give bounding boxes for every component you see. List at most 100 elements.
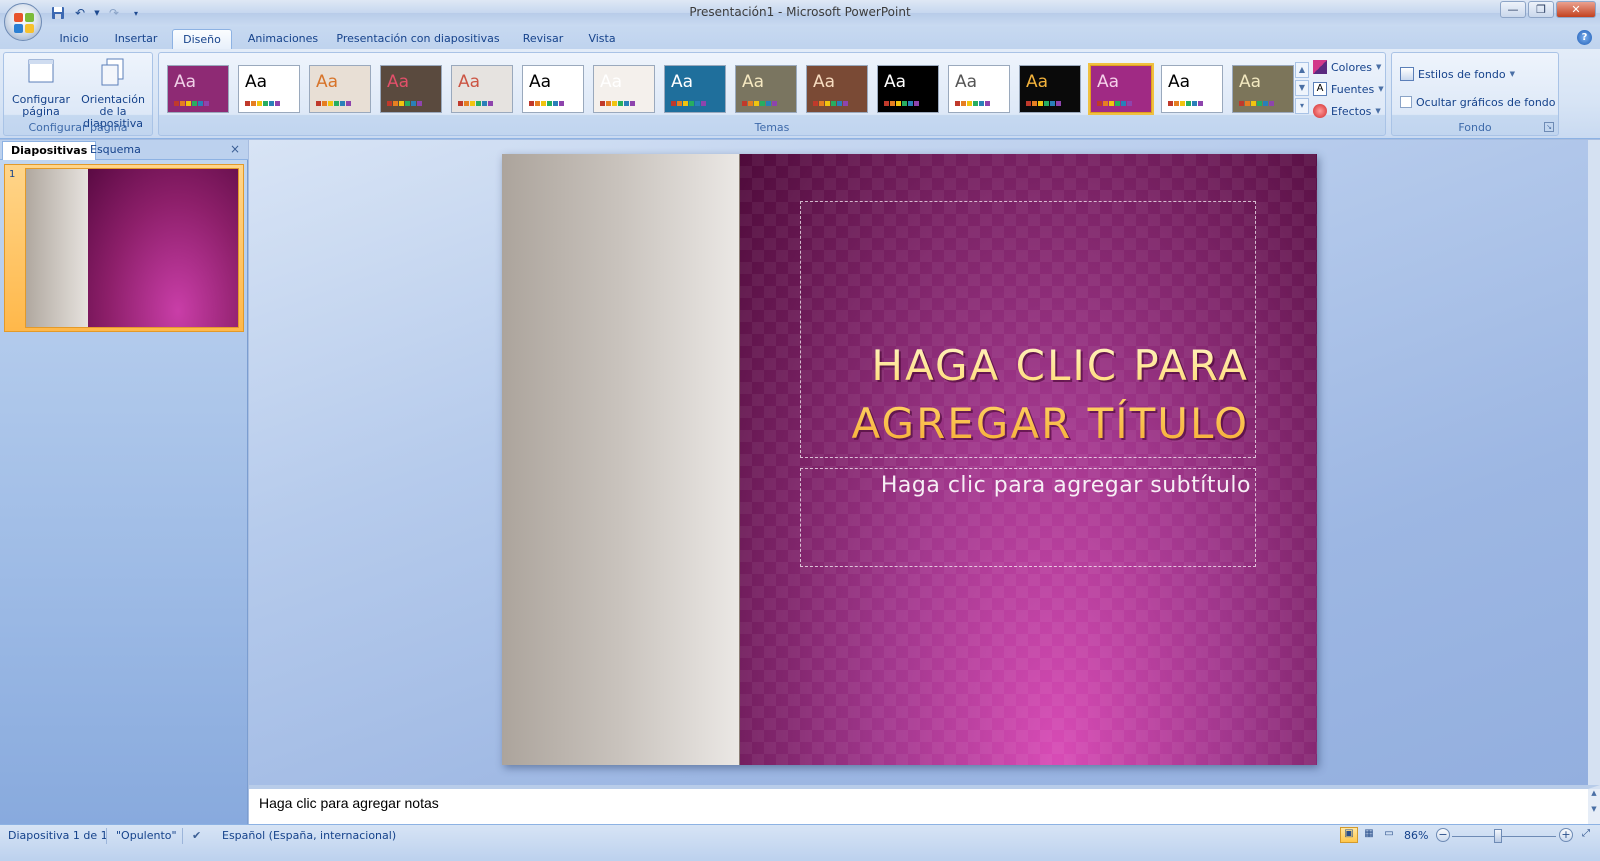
checkbox-icon[interactable] xyxy=(1400,96,1412,108)
subtitle-placeholder[interactable]: Haga clic para agregar subtítulo xyxy=(800,468,1256,567)
fit-to-window-icon[interactable]: ⤢ xyxy=(1578,827,1594,843)
slide-body: HAGA CLIC PARA AGREGAR TÍTULO HAGA CLIC … xyxy=(740,154,1317,765)
office-button[interactable] xyxy=(4,3,42,41)
theme-sample-text: Aa xyxy=(671,72,694,92)
fuentes-label: Fuentes xyxy=(1331,82,1375,96)
window-title: Presentación1 - Microsoft PowerPoint xyxy=(689,5,911,19)
close-icon[interactable]: × xyxy=(230,142,240,156)
theme-sample-text: Aa xyxy=(316,72,339,92)
theme-color-swatches xyxy=(1097,101,1132,106)
theme-sample-text: Aa xyxy=(174,72,197,92)
slide-canvas[interactable]: HAGA CLIC PARA AGREGAR TÍTULO HAGA CLIC … xyxy=(502,154,1317,765)
theme-color-swatches xyxy=(955,101,990,106)
zoom-slider-thumb[interactable] xyxy=(1494,829,1502,843)
slide-orientation-icon xyxy=(101,58,124,86)
language[interactable]: Español (España, internacional) xyxy=(222,829,396,842)
theme-thumbnail[interactable]: Aa xyxy=(593,65,655,113)
configurar-pagina-button[interactable]: Configurar página xyxy=(8,57,74,118)
slide-thumbnail-item[interactable]: 1 xyxy=(4,164,244,332)
tab-animaciones[interactable]: Animaciones xyxy=(240,29,326,49)
theme-thumbnail[interactable]: Aa xyxy=(167,65,229,113)
background-styles-icon xyxy=(1400,67,1414,81)
estilos-fondo-label: Estilos de fondo xyxy=(1418,67,1506,81)
minimize-button[interactable]: — xyxy=(1500,1,1526,18)
close-button[interactable]: ✕ xyxy=(1556,1,1596,18)
help-icon[interactable]: ? xyxy=(1577,30,1592,45)
theme-thumbnail[interactable]: Aa xyxy=(664,65,726,113)
slide-sorter-icon[interactable]: ▦ xyxy=(1360,827,1378,843)
spell-check-icon[interactable]: ✔ xyxy=(192,829,201,842)
ribbon-tabs: Inicio Insertar Diseño Animaciones Prese… xyxy=(0,26,1600,49)
zoom-level[interactable]: 86% xyxy=(1404,829,1428,842)
dialog-launcher-icon[interactable]: ↘ xyxy=(1544,122,1554,132)
efectos-label: Efectos xyxy=(1331,104,1372,118)
theme-thumbnail[interactable]: Aa xyxy=(238,65,300,113)
slide-subtitle[interactable]: Haga clic para agregar subtítulo xyxy=(881,473,1251,498)
zoom-slider[interactable] xyxy=(1452,836,1556,837)
title-placeholder[interactable]: HAGA CLIC PARA AGREGAR TÍTULO HAGA CLIC … xyxy=(800,201,1256,458)
slide-title[interactable]: HAGA CLIC PARA AGREGAR TÍTULO xyxy=(809,337,1249,453)
theme-thumbnail[interactable]: Aa xyxy=(1161,65,1223,113)
estilos-fondo-button[interactable]: Estilos de fondo ▼ xyxy=(1400,65,1515,83)
colores-label: Colores xyxy=(1331,60,1372,74)
slide-number: 1 xyxy=(9,169,16,180)
gallery-more-button[interactable]: ▾ xyxy=(1295,98,1309,114)
notes-scrollbar[interactable]: ▲ ▼ xyxy=(1588,789,1600,824)
theme-thumbnail[interactable]: Aa xyxy=(309,65,371,113)
theme-thumbnail[interactable]: Aa xyxy=(451,65,513,113)
ocultar-graficos-label: Ocultar gráficos de fondo xyxy=(1416,95,1556,109)
theme-color-swatches xyxy=(884,101,919,106)
theme-color-swatches xyxy=(1168,101,1203,106)
theme-sample-text: Aa xyxy=(1097,72,1120,92)
gallery-up-button[interactable]: ▲ xyxy=(1295,62,1309,78)
fuentes-button[interactable]: A Fuentes ▼ xyxy=(1313,80,1384,98)
slideshow-icon[interactable]: ▭ xyxy=(1380,827,1398,843)
slide-thumbnail[interactable] xyxy=(25,168,239,328)
theme-sample-text: Aa xyxy=(1168,72,1191,92)
theme-thumbnail[interactable]: Aa xyxy=(806,65,868,113)
theme-thumbnail[interactable]: Aa xyxy=(948,65,1010,113)
gallery-down-button[interactable]: ▼ xyxy=(1295,80,1309,96)
normal-view-icon[interactable]: ▣ xyxy=(1340,827,1358,843)
theme-thumbnail[interactable]: Aa xyxy=(1232,65,1294,113)
office-logo-icon xyxy=(14,13,34,33)
colors-icon xyxy=(1313,60,1327,74)
orientacion-button[interactable]: Orientación de la diapositiva xyxy=(74,57,152,130)
theme-sample-text: Aa xyxy=(742,72,765,92)
effects-icon xyxy=(1313,104,1327,118)
theme-thumbnail[interactable]: Aa xyxy=(877,65,939,113)
theme-sample-text: Aa xyxy=(1239,72,1262,92)
page-setup-icon xyxy=(28,59,54,83)
group-fondo: Estilos de fondo ▼ Ocultar gráficos de fo… xyxy=(1391,52,1559,136)
theme-color-swatches xyxy=(1026,101,1061,106)
tab-inicio[interactable]: Inicio xyxy=(48,29,100,49)
notes-placeholder[interactable]: Haga clic para agregar notas xyxy=(259,795,439,811)
tab-revisar[interactable]: Revisar xyxy=(510,29,576,49)
theme-thumbnail[interactable]: Aa xyxy=(1088,63,1154,115)
tab-vista[interactable]: Vista xyxy=(582,29,622,49)
title-bar: ↶ ▼ ↷ ▾ Presentación1 - Microsoft PowerP… xyxy=(0,0,1600,41)
efectos-button[interactable]: Efectos ▼ xyxy=(1313,102,1381,120)
theme-name: "Opulento" xyxy=(116,829,177,842)
window-controls: — ❐ ✕ xyxy=(1500,1,1596,18)
notes-pane[interactable]: Haga clic para agregar notas ▲ ▼ xyxy=(249,785,1600,824)
zoom-in-icon[interactable]: + xyxy=(1559,828,1573,842)
theme-thumbnail[interactable]: Aa xyxy=(522,65,584,113)
theme-thumbnail[interactable]: Aa xyxy=(1019,65,1081,113)
theme-color-swatches xyxy=(671,101,706,106)
theme-thumbnail[interactable]: Aa xyxy=(380,65,442,113)
theme-thumbnail[interactable]: Aa xyxy=(735,65,797,113)
tab-esquema[interactable]: Esquema xyxy=(82,141,149,160)
tab-presentacion[interactable]: Presentación con diapositivas xyxy=(334,29,502,49)
restore-button[interactable]: ❐ xyxy=(1528,1,1554,18)
theme-sample-text: Aa xyxy=(529,72,552,92)
thumbnail-body xyxy=(88,169,238,327)
slide-info: Diapositiva 1 de 1 xyxy=(8,829,108,842)
ocultar-graficos-checkbox[interactable]: Ocultar gráficos de fondo xyxy=(1400,93,1556,111)
theme-color-swatches xyxy=(458,101,493,106)
tab-insertar[interactable]: Insertar xyxy=(104,29,168,49)
group-label-fondo: Fondo xyxy=(1458,121,1492,134)
zoom-out-icon[interactable]: − xyxy=(1436,828,1450,842)
colores-button[interactable]: Colores ▼ xyxy=(1313,58,1381,76)
tab-diseno[interactable]: Diseño xyxy=(172,29,232,49)
